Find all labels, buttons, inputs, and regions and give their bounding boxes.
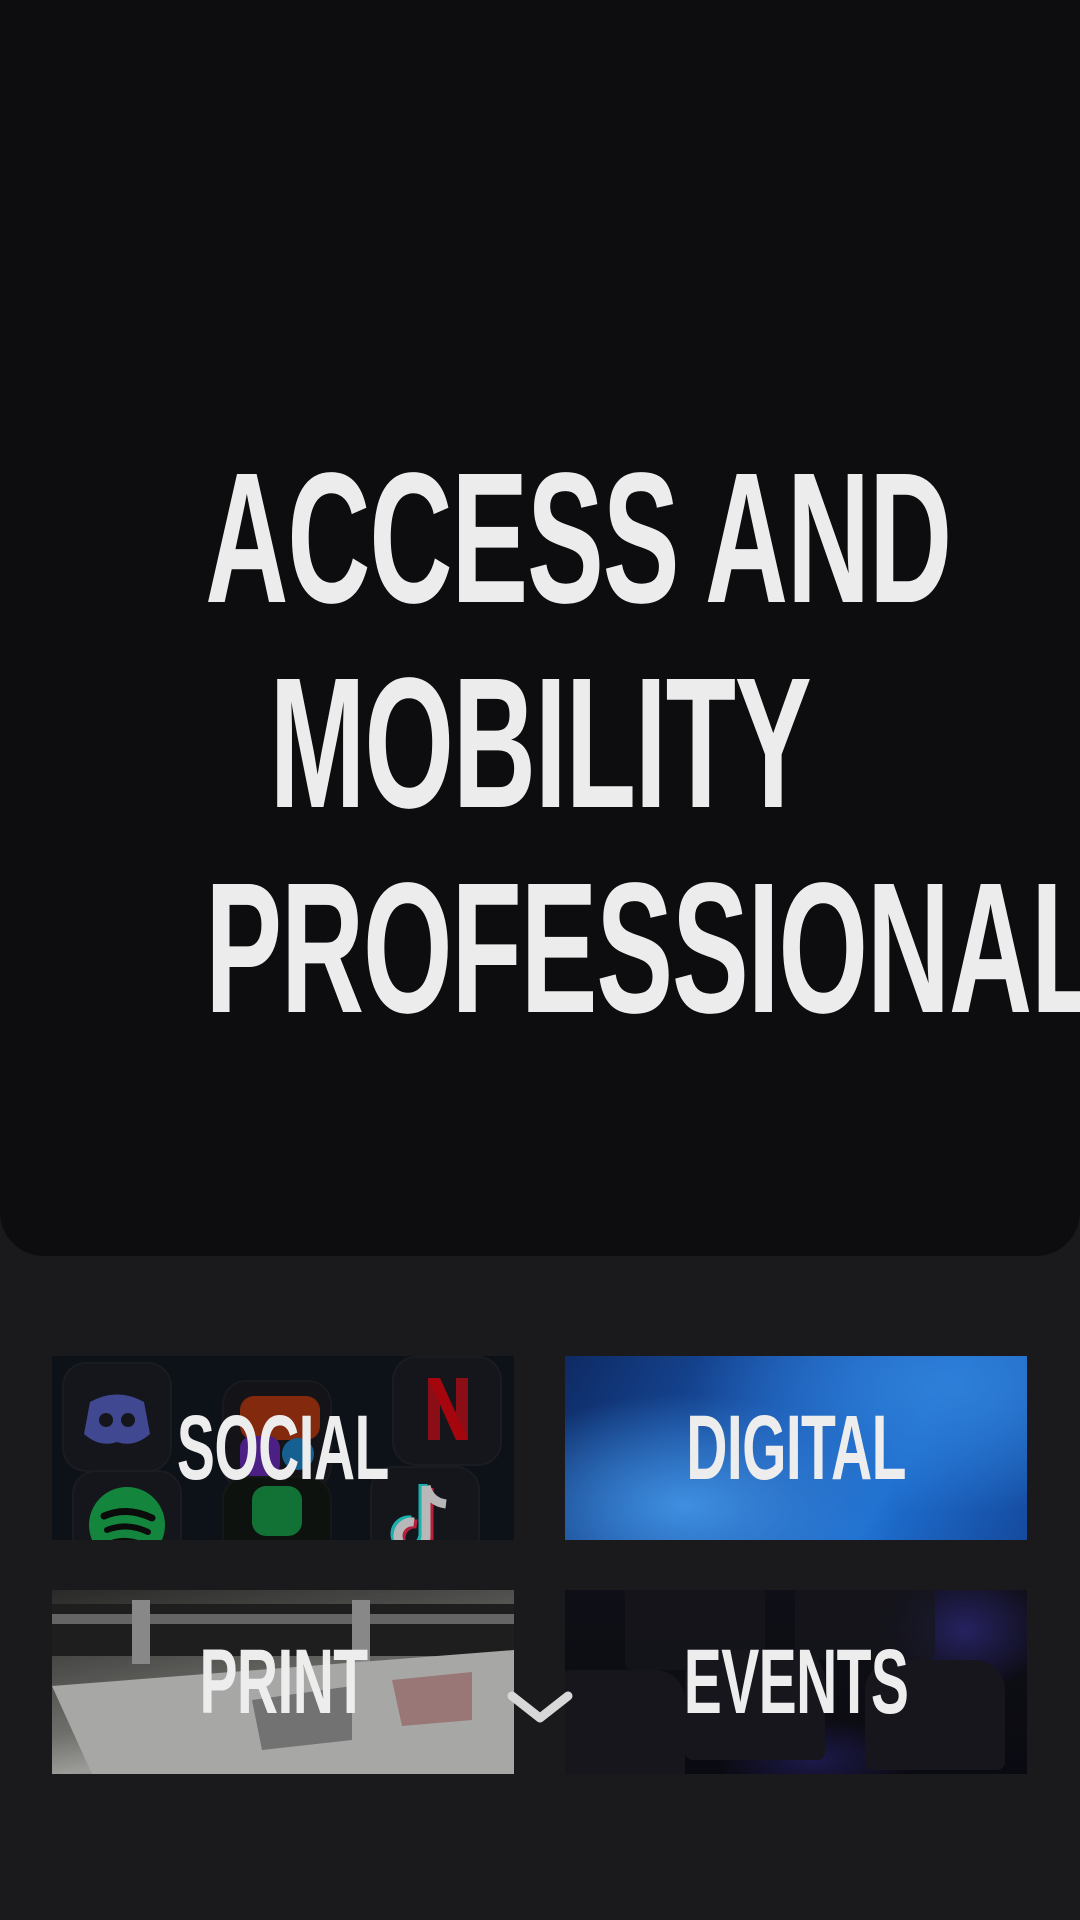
digital-tile-label-wrap: DIGITAL [565, 1356, 1027, 1540]
print-tile-label: PRINT [198, 1630, 368, 1733]
digital-tile[interactable]: DIGITAL [565, 1356, 1027, 1540]
hero-title-line-2: MOBILITY [269, 640, 811, 847]
hero-title: ACCESS AND MOBILITY PROFESSIONAL [0, 436, 1080, 1051]
print-tile[interactable]: PRINT [52, 1590, 514, 1774]
page: ACCESS AND MOBILITY PROFESSIONAL SOCIAL … [0, 0, 1080, 1920]
social-tile-label: SOCIAL [177, 1396, 389, 1499]
digital-tile-label: DIGITAL [686, 1396, 906, 1499]
events-tile[interactable]: EVENTS [565, 1590, 1027, 1774]
hero-section: ACCESS AND MOBILITY PROFESSIONAL [0, 0, 1080, 1256]
social-tile[interactable]: SOCIAL [52, 1356, 514, 1540]
social-tile-label-wrap: SOCIAL [52, 1356, 514, 1540]
events-tile-label-wrap: EVENTS [565, 1590, 1027, 1774]
hero-title-line-1: ACCESS AND [205, 435, 952, 642]
hero-title-line-3: PROFESSIONAL [205, 845, 1080, 1052]
print-tile-label-wrap: PRINT [52, 1590, 514, 1774]
chevron-down-icon[interactable] [506, 1686, 574, 1730]
events-tile-label: EVENTS [683, 1630, 909, 1733]
